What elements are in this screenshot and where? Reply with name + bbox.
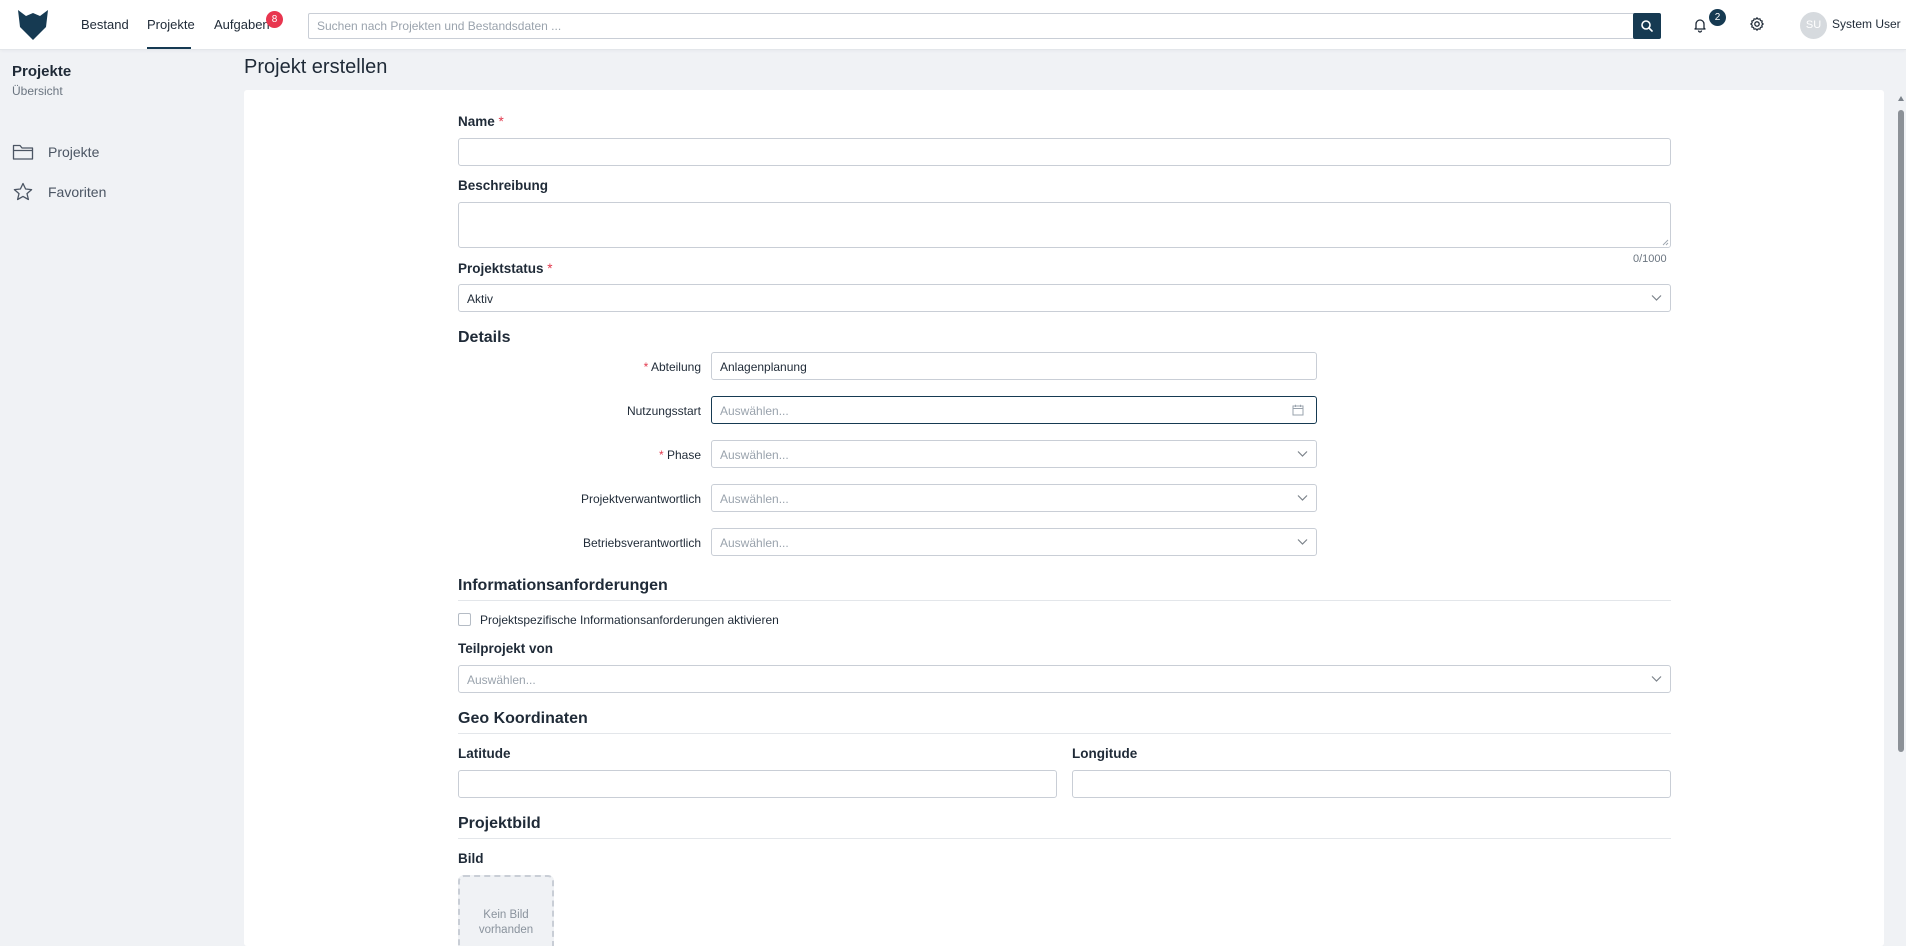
- sidebar: Projekte Übersicht Projekte Favoriten: [0, 51, 235, 946]
- top-bar: Bestand Projekte Aufgaben 8 2 SU System …: [0, 0, 1906, 50]
- active-nav-indicator: [147, 47, 191, 49]
- sidebar-item-label: Favoriten: [48, 184, 107, 200]
- description-label: Beschreibung: [458, 178, 549, 193]
- scrollbar-thumb[interactable]: [1898, 110, 1904, 752]
- star-icon: [13, 182, 33, 201]
- calendar-icon[interactable]: [1292, 404, 1304, 416]
- gear-icon[interactable]: [1749, 16, 1765, 32]
- nav-aufgaben[interactable]: Aufgaben: [214, 17, 270, 32]
- phase-select[interactable]: Auswählen...: [711, 440, 1317, 468]
- longitude-label: Longitude: [1072, 746, 1138, 761]
- required-mark: *: [658, 448, 664, 462]
- teilprojekt-label: Teilprojekt von: [458, 641, 554, 656]
- chevron-down-icon: [1297, 495, 1308, 501]
- no-image-text-line2: vorhanden: [478, 924, 534, 936]
- search-icon: [1641, 20, 1653, 32]
- search-input[interactable]: [317, 17, 1617, 35]
- phase-label: * Phase: [658, 448, 701, 462]
- latitude-input[interactable]: [458, 770, 1057, 798]
- chevron-down-icon: [1651, 295, 1662, 301]
- image-upload-dropzone[interactable]: Kein Bild vorhanden: [458, 875, 554, 946]
- bild-heading: Projektbild: [458, 815, 541, 832]
- bell-icon[interactable]: [1692, 16, 1708, 34]
- name-label: Name *: [458, 114, 504, 129]
- resize-handle-icon[interactable]: [1662, 239, 1669, 246]
- chevron-down-icon: [1297, 451, 1308, 457]
- notifications-count-badge: 2: [1709, 9, 1726, 26]
- projektverantwortlich-label: Projektverwantwortlich: [580, 492, 701, 506]
- required-mark: *: [643, 360, 649, 374]
- info-requirements-checkbox-label[interactable]: Projektspezifische Informationsanforderu…: [480, 613, 779, 627]
- status-label: Projektstatus *: [458, 261, 553, 276]
- sidebar-title: Projekte: [12, 63, 72, 80]
- nutzungsstart-label: Nutzungsstart: [626, 404, 701, 418]
- required-mark: *: [498, 114, 504, 129]
- bild-label: Bild: [458, 851, 484, 866]
- abteilung-label: * Abteilung: [643, 360, 701, 374]
- section-divider: [458, 600, 1671, 601]
- sidebar-subtitle: Übersicht: [12, 84, 63, 98]
- status-select[interactable]: Aktiv: [458, 284, 1671, 312]
- page-title: Projekt erstellen: [244, 56, 388, 78]
- info-heading: Informationsanforderungen: [458, 577, 668, 594]
- sidebar-item-favoriten[interactable]: Favoriten: [12, 180, 162, 204]
- tasks-count-badge: 8: [266, 11, 283, 28]
- no-image-text-line1: Kein Bild: [483, 909, 529, 921]
- folder-icon: [12, 144, 34, 160]
- nav-bestand[interactable]: Bestand: [81, 17, 129, 32]
- abteilung-input[interactable]: Anlagenplanung: [711, 352, 1317, 380]
- section-divider: [458, 838, 1671, 839]
- section-divider: [458, 733, 1671, 734]
- description-textarea[interactable]: [458, 202, 1671, 248]
- search-button[interactable]: [1633, 13, 1661, 39]
- app-logo-icon[interactable]: [17, 7, 49, 41]
- scroll-up-arrow-icon[interactable]: [1898, 96, 1904, 101]
- nav-projekte[interactable]: Projekte: [147, 17, 195, 32]
- latitude-label: Latitude: [458, 746, 511, 761]
- projektverantwortlich-select[interactable]: Auswählen...: [711, 484, 1317, 512]
- details-heading: Details: [458, 329, 511, 346]
- user-avatar[interactable]: SU: [1800, 12, 1827, 39]
- teilprojekt-select[interactable]: Auswählen...: [458, 665, 1671, 693]
- betriebsverantwortlich-select[interactable]: Auswählen...: [711, 528, 1317, 556]
- user-name[interactable]: System User: [1832, 17, 1901, 31]
- required-mark: *: [547, 261, 553, 276]
- description-counter: 0/1000: [1633, 253, 1667, 265]
- betriebsverantwortlich-label: Betriebsverantwortlich: [582, 536, 701, 550]
- name-input[interactable]: [458, 138, 1671, 166]
- nutzungsstart-datepicker[interactable]: Auswählen...: [711, 396, 1317, 424]
- longitude-input[interactable]: [1072, 770, 1671, 798]
- info-requirements-checkbox[interactable]: [458, 613, 471, 626]
- sidebar-item-projekte[interactable]: Projekte: [12, 140, 162, 164]
- chevron-down-icon: [1651, 676, 1662, 682]
- search-box: [308, 13, 1661, 39]
- chevron-down-icon: [1297, 539, 1308, 545]
- geo-heading: Geo Koordinaten: [458, 710, 588, 727]
- sidebar-item-label: Projekte: [48, 144, 100, 160]
